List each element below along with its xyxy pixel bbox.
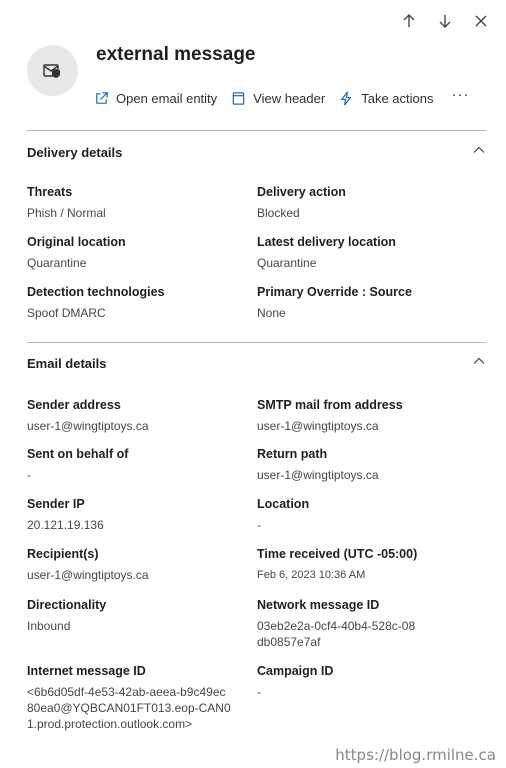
original-location-label: Original location	[27, 235, 126, 249]
original-location-value: Quarantine	[27, 256, 87, 270]
smtp-mail-from-value: user-1@wingtiptoys.ca	[257, 419, 379, 433]
sender-address-value: user-1@wingtiptoys.ca	[27, 419, 149, 433]
internet-message-id-value: <6b6d05df-4e53-42ab-aeea-b9c49ec80ea0@YQ…	[27, 685, 231, 731]
primary-override-value: None	[257, 306, 286, 320]
smtp-mail-from-field: SMTP mail from address user-1@wingtiptoy…	[257, 397, 482, 434]
campaign-id-value: -	[257, 685, 261, 699]
email-details-header[interactable]: Email details	[27, 352, 486, 374]
threats-label: Threats	[27, 185, 73, 199]
directionality-label: Directionality	[27, 598, 107, 612]
internet-message-id-label: Internet message ID	[27, 664, 146, 678]
view-header-button[interactable]: View header	[231, 91, 325, 106]
detection-technologies-value: Spoof DMARC	[27, 306, 106, 320]
directionality-value: Inbound	[27, 619, 71, 633]
chevron-up-icon	[472, 143, 486, 162]
latest-delivery-location-value: Quarantine	[257, 256, 317, 270]
time-received-field: Time received (UTC -05:00) Feb 6, 2023 1…	[257, 546, 482, 583]
location-field: Location -	[257, 496, 482, 533]
network-message-id-label: Network message ID	[257, 598, 380, 612]
sender-ip-label: Sender IP	[27, 497, 85, 511]
panel-title: external message	[96, 44, 256, 65]
open-email-entity-label: Open email entity	[116, 91, 218, 106]
open-external-icon	[96, 92, 108, 104]
delivery-action-field: Delivery action Blocked	[257, 184, 482, 221]
network-message-id-field: Network message ID 03eb2e2a-0cf4-40b4-52…	[257, 597, 417, 650]
action-bar: Open email entity View header Take actio…	[94, 86, 469, 106]
chevron-up-icon	[472, 354, 486, 373]
location-label: Location	[257, 497, 310, 511]
return-path-field: Return path user-1@wingtiptoys.ca	[257, 446, 482, 483]
internet-message-id-field: Internet message ID <6b6d05df-4e53-42ab-…	[27, 663, 232, 732]
open-email-entity-button[interactable]: Open email entity	[94, 91, 217, 106]
threats-field: Threats Phish / Normal	[27, 184, 252, 221]
sender-address-field: Sender address user-1@wingtiptoys.ca	[27, 397, 252, 434]
campaign-id-field: Campaign ID -	[257, 663, 482, 700]
lightning-icon	[340, 91, 352, 106]
sent-on-behalf-value: -	[27, 468, 31, 482]
return-path-label: Return path	[257, 447, 328, 461]
threats-value: Phish / Normal	[27, 206, 106, 220]
primary-override-field: Primary Override : Source None	[257, 284, 482, 321]
email-details-title: Email details	[27, 355, 107, 371]
time-received-value: Feb 6, 2023 10:36 AM	[257, 569, 366, 581]
panel-header: external message Open email entity View …	[27, 20, 486, 120]
delivery-action-label: Delivery action	[257, 185, 346, 199]
document-icon	[232, 92, 245, 105]
return-path-value: user-1@wingtiptoys.ca	[257, 468, 379, 482]
latest-delivery-location-label: Latest delivery location	[257, 235, 396, 249]
take-actions-button[interactable]: Take actions	[339, 91, 433, 106]
view-header-label: View header	[253, 91, 326, 106]
smtp-mail-from-label: SMTP mail from address	[257, 398, 403, 412]
sender-ip-field: Sender IP 20.121.19.136	[27, 496, 252, 533]
divider	[27, 342, 486, 343]
email-shield-icon	[42, 63, 60, 78]
latest-delivery-location-field: Latest delivery location Quarantine	[257, 234, 482, 271]
divider	[27, 130, 486, 131]
delivery-details-title: Delivery details	[27, 144, 123, 160]
recipients-label: Recipient(s)	[27, 547, 99, 561]
location-value: -	[257, 518, 261, 532]
sent-on-behalf-label: Sent on behalf of	[27, 447, 129, 461]
detection-technologies-field: Detection technologies Spoof DMARC	[27, 284, 252, 321]
recipients-field: Recipient(s) user-1@wingtiptoys.ca	[27, 546, 252, 583]
take-actions-label: Take actions	[361, 91, 434, 106]
email-avatar	[27, 45, 78, 96]
sender-ip-value: 20.121.19.136	[27, 518, 104, 532]
time-received-label: Time received (UTC -05:00)	[257, 547, 418, 561]
campaign-id-label: Campaign ID	[257, 664, 334, 678]
network-message-id-value: 03eb2e2a-0cf4-40b4-528c-08db0857e7af	[257, 619, 416, 649]
detection-technologies-label: Detection technologies	[27, 285, 165, 299]
original-location-field: Original location Quarantine	[27, 234, 252, 271]
recipients-value: user-1@wingtiptoys.ca	[27, 568, 149, 582]
more-actions-button[interactable]: ···	[451, 86, 469, 103]
sender-address-label: Sender address	[27, 398, 121, 412]
delivery-action-value: Blocked	[257, 206, 300, 220]
watermark: https://blog.rmilne.ca	[335, 746, 496, 764]
directionality-field: Directionality Inbound	[27, 597, 252, 634]
sent-on-behalf-field: Sent on behalf of -	[27, 446, 252, 483]
primary-override-label: Primary Override : Source	[257, 285, 412, 299]
delivery-details-header[interactable]: Delivery details	[27, 141, 486, 163]
